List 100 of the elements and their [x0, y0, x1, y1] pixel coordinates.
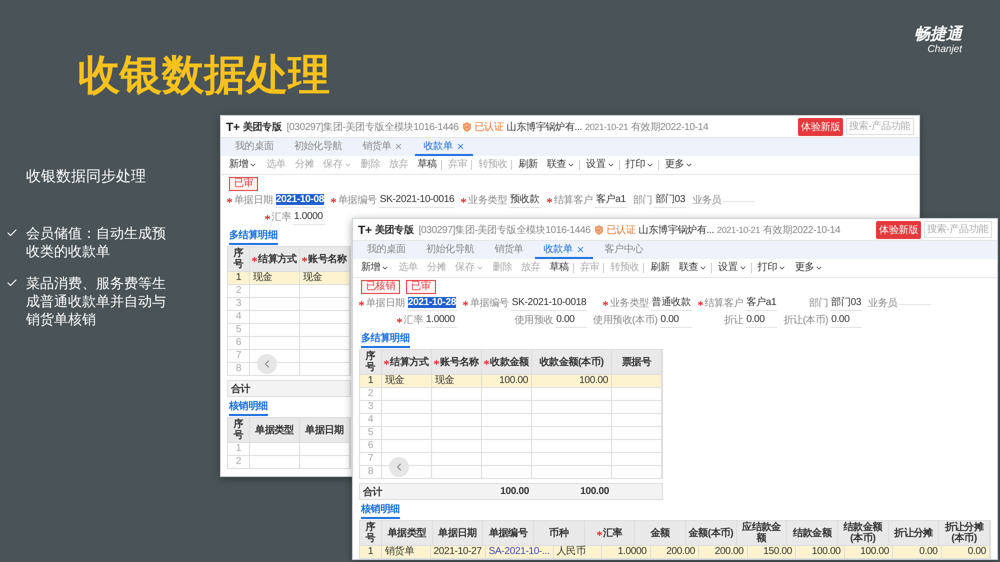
table-row[interactable]: 7 [359, 453, 663, 466]
close-icon[interactable] [394, 142, 404, 150]
column-header: 折让分摊(本币) [944, 522, 985, 544]
field-label: 结算客户 [547, 193, 593, 207]
column-header: 结款金额 [792, 528, 832, 538]
close-icon[interactable] [456, 142, 465, 150]
form-field[interactable]: 预收款 [509, 192, 542, 208]
column-header: 收款金额(本币) [539, 356, 604, 368]
search-field[interactable]: 搜索-产品功能 [924, 221, 992, 238]
table-cell: 200.00 [650, 546, 699, 558]
table-row[interactable]: 4 [227, 311, 351, 324]
column-header: 折让分摊 [894, 528, 933, 538]
field-label: 汇率 [264, 210, 291, 224]
total-cell-text: 合计 [362, 486, 382, 498]
toolbar-button[interactable]: 更多 [790, 263, 828, 273]
form-field[interactable]: 2021-10-08 [274, 192, 325, 208]
document-link[interactable]: SA-2021-10-... [486, 546, 554, 558]
table-row[interactable]: 1 [227, 443, 351, 456]
table-row[interactable]: 6 [227, 337, 351, 350]
toolbar-button[interactable]: 设置 [714, 263, 752, 273]
check-icon [6, 227, 18, 239]
tab[interactable]: 我的桌面 [359, 243, 414, 259]
table-cell: 1 [360, 375, 382, 387]
tab[interactable]: 初始化导航 [418, 243, 482, 259]
table-cell: 5 [228, 324, 250, 336]
toolbar-button[interactable]: 联查 [542, 160, 580, 170]
close-icon[interactable] [576, 244, 585, 254]
table-row[interactable]: 7 [227, 350, 351, 363]
table-row[interactable]: 2 [227, 456, 351, 469]
toolbar-button[interactable]: 更多 [660, 160, 698, 170]
account-label: [030297]集团-美团专版全模块1016-1446 [286, 120, 459, 134]
trial-button[interactable]: 体验新版 [876, 220, 921, 238]
table-row[interactable]: 2 [227, 285, 351, 298]
table-cell: 100.00 [796, 546, 844, 558]
table-row[interactable]: 6 [359, 440, 663, 453]
tab[interactable]: 收款单 [535, 243, 593, 259]
form-field[interactable]: 部门03 [830, 295, 862, 311]
toolbar-button[interactable]: 草稿 [413, 160, 442, 170]
form-field[interactable]: 0.00 [830, 312, 862, 328]
column-header: 汇率 [596, 528, 622, 538]
shield-icon [462, 122, 472, 132]
table-cell: 销货单 [382, 546, 430, 558]
table-row[interactable]: 1 现金 现金 100.00 100.00 [359, 375, 663, 388]
tab[interactable]: 初始化导航 [286, 140, 350, 156]
toolbar-button[interactable]: 草稿 [545, 263, 574, 273]
toolbar-button[interactable]: 新增 [357, 263, 394, 273]
form-field[interactable]: 0.00 [555, 312, 588, 328]
status-stamp: 已核销 [361, 280, 400, 294]
field-label: 单据编号 [330, 193, 377, 207]
form-field[interactable]: 1.0000 [424, 312, 457, 328]
table-cell: 1.0000 [602, 546, 650, 558]
column-header: 序号 [364, 351, 376, 373]
tab[interactable]: 销货单 [354, 140, 412, 156]
column-header: 币种 [549, 528, 569, 538]
table-cell: 2 [228, 456, 250, 468]
field-label: 单据日期 [359, 296, 405, 310]
tab[interactable]: 收款单 [415, 140, 473, 156]
field-label: 业务员 [692, 194, 722, 207]
search-field[interactable]: 搜索-产品功能 [846, 118, 914, 135]
table-row[interactable]: 5 [359, 427, 663, 440]
table-row[interactable]: 1 现金 现金 [227, 272, 351, 285]
table-row[interactable]: 2 [359, 388, 663, 401]
toolbar-button[interactable]: 设置 [582, 160, 620, 170]
column-header: 金额 [650, 528, 670, 538]
edition-label: 美团专版 [242, 120, 282, 134]
table-row[interactable]: 1 销货单 2021-10-27 SA-2021-10-... 人民币 1.0000 200.00 200.00 150.00 100.00 100.00 0.00 0.00 [359, 546, 991, 559]
toolbar-button[interactable]: 打印 [622, 160, 659, 170]
toolbar-button[interactable]: 新增 [225, 160, 262, 170]
tab[interactable]: 我的桌面 [227, 140, 282, 156]
form-field[interactable]: SK-2021-10-0018 [510, 295, 588, 311]
table-cell: 7 [360, 453, 382, 465]
form-field[interactable]: 部门03 [654, 192, 686, 208]
column-header: 单据编号 [488, 528, 528, 538]
form-field[interactable]: 1.0000 [292, 209, 325, 225]
form-field[interactable]: 普通收款 [650, 295, 692, 311]
form-field[interactable]: 0.00 [660, 312, 692, 328]
form-field[interactable]: 客户a1 [594, 192, 627, 208]
table-row[interactable]: 3 [227, 298, 351, 311]
form-field[interactable]: SK-2021-10-0016 [378, 192, 456, 208]
form-field[interactable]: 0.00 [745, 312, 778, 328]
total-cell-text: 合计 [230, 382, 250, 396]
form-field[interactable]: 2021-10-28 [406, 295, 457, 311]
table-row[interactable]: 8 [359, 466, 663, 479]
field-label: 部门 [632, 194, 652, 207]
toolbar-button[interactable]: 打印 [754, 263, 791, 273]
field-label: 业务员 [868, 296, 898, 310]
form-field[interactable]: 客户a1 [745, 295, 778, 311]
company-label: 山东博宇锅炉有... [638, 224, 714, 236]
tab[interactable]: 客户中心 [596, 243, 652, 259]
column-header: 应结款金额 [741, 522, 782, 544]
field-label: 单据编号 [462, 296, 509, 310]
toolbar-button[interactable]: 刷新 [514, 160, 543, 170]
tab[interactable]: 销货单 [486, 243, 532, 259]
table-cell: 3 [228, 298, 250, 310]
table-row[interactable]: 5 [227, 324, 351, 337]
table-row[interactable]: 3 [359, 401, 663, 414]
trial-button[interactable]: 体验新版 [798, 118, 843, 136]
toolbar-button[interactable]: 联查 [674, 263, 712, 273]
toolbar-button[interactable]: 刷新 [646, 263, 675, 273]
table-row[interactable]: 4 [359, 414, 663, 427]
